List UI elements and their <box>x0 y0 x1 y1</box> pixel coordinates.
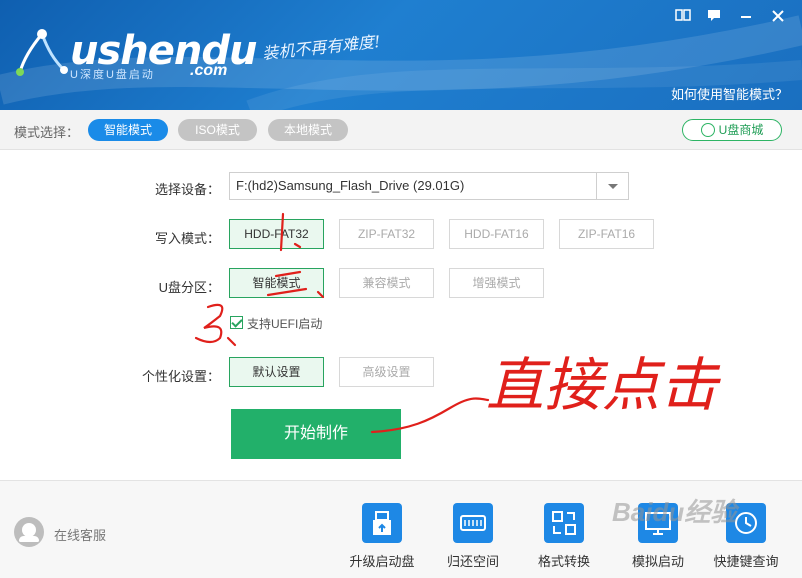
chevron-down-icon[interactable] <box>596 173 628 199</box>
personalize-default[interactable]: 默认设置 <box>229 357 324 387</box>
tool-hotkey-query[interactable]: 快捷键查询 <box>706 503 786 570</box>
write-mode-hdd-fat16[interactable]: HDD-FAT16 <box>449 219 544 249</box>
personalize-label: 个性化设置： <box>141 369 220 384</box>
cart-icon <box>700 123 715 137</box>
customer-service-icon[interactable] <box>14 517 44 547</box>
upgrade-usb-icon <box>362 503 402 543</box>
annotation-note: 直接点击 <box>486 351 721 419</box>
tool-upgrade-label: 升级启动盘 <box>349 554 415 569</box>
uefi-checkbox[interactable] <box>230 316 243 329</box>
mode-label: 模式选择： <box>14 125 80 140</box>
hotkey-query-icon <box>726 503 766 543</box>
footer-toolbar: 在线客服 升级启动盘 归还空间 格式转换 模拟启动 快捷键查询 <box>0 480 802 578</box>
usb-shop-button[interactable]: U盘商城 <box>682 119 782 141</box>
tool-upgrade-boot-disk[interactable]: 升级启动盘 <box>342 503 422 570</box>
book-icon[interactable] <box>672 8 694 28</box>
minimize-icon[interactable] <box>735 8 757 28</box>
device-label: 选择设备： <box>154 182 220 197</box>
tool-simulate-boot[interactable]: 模拟启动 <box>618 503 698 570</box>
start-make-button[interactable]: 开始制作 <box>231 409 401 459</box>
format-convert-icon <box>544 503 584 543</box>
online-support-link[interactable]: 在线客服 <box>54 525 106 544</box>
write-mode-hdd-fat32[interactable]: HDD-FAT32 <box>229 219 324 249</box>
simulate-boot-icon <box>638 503 678 543</box>
write-mode-zip-fat16[interactable]: ZIP-FAT16 <box>559 219 654 249</box>
tab-smart-mode[interactable]: 智能模式 <box>88 119 168 141</box>
logo-subtitle: U深度U盘启动 <box>70 69 155 81</box>
close-icon[interactable] <box>767 8 789 28</box>
personalize-advanced[interactable]: 高级设置 <box>339 357 434 387</box>
tool-simulate-label: 模拟启动 <box>631 554 684 569</box>
tool-restore-label: 归还空间 <box>446 554 499 569</box>
partition-enhanced-mode[interactable]: 增强模式 <box>449 268 544 298</box>
tool-format-label: 格式转换 <box>537 554 590 569</box>
tool-restore-space[interactable]: 归还空间 <box>433 503 513 570</box>
usb-shop-label: U盘商城 <box>718 123 764 137</box>
restore-space-icon <box>453 503 493 543</box>
device-select-value: F:(hd2)Samsung_Flash_Drive (29.01G) <box>236 178 465 193</box>
tab-local-mode[interactable]: 本地模式 <box>268 119 348 141</box>
tool-hotkey-label: 快捷键查询 <box>713 554 779 569</box>
write-mode-zip-fat32[interactable]: ZIP-FAT32 <box>339 219 434 249</box>
write-mode-label: 写入模式： <box>154 231 220 246</box>
mode-bar: 模式选择： 智能模式 ISO模式 本地模式 U盘商城 <box>0 110 802 150</box>
partition-compatible-mode[interactable]: 兼容模式 <box>339 268 434 298</box>
logo-mark-icon <box>16 29 68 76</box>
logo-domain: .com <box>190 62 228 79</box>
uefi-label[interactable]: 支持UEFI启动 <box>247 315 322 332</box>
partition-smart-mode[interactable]: 智能模式 <box>229 268 324 298</box>
header-banner: ushendu .com U深度U盘启动 装机不再有难度! 如何使用智能模式？ <box>0 0 802 110</box>
message-icon[interactable] <box>703 8 725 28</box>
tab-iso-mode[interactable]: ISO模式 <box>178 119 257 141</box>
device-select[interactable]: F:(hd2)Samsung_Flash_Drive (29.01G) <box>229 172 629 200</box>
help-link[interactable]: 如何使用智能模式？ <box>671 84 788 103</box>
tool-format-convert[interactable]: 格式转换 <box>524 503 604 570</box>
partition-label: U盘分区： <box>158 280 220 295</box>
